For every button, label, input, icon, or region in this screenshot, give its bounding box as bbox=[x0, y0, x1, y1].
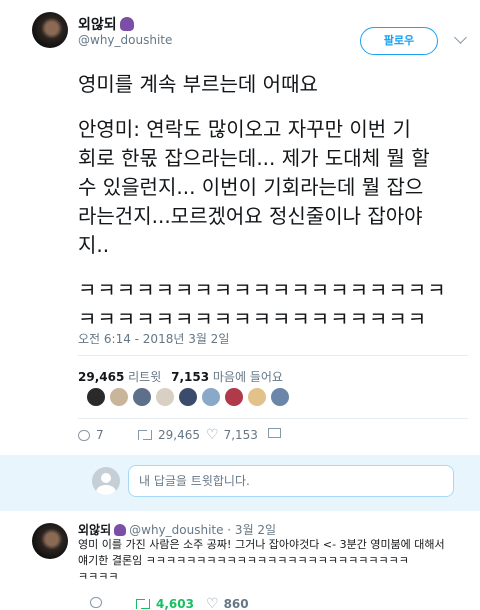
retweet-action[interactable]: 29,465 bbox=[138, 428, 200, 442]
reply-retweet-action[interactable]: 4,603 bbox=[136, 597, 194, 610]
retweet-count: 29,465 bbox=[158, 428, 200, 442]
liker-avatar[interactable] bbox=[201, 387, 221, 407]
author-handle[interactable]: @why_doushite bbox=[78, 33, 172, 47]
tweet-header: 외않되 @why_doushite 팔로우 bbox=[0, 0, 480, 62]
tweet-text-laughter: ㅋㅋㅋㅋㅋㅋㅋㅋㅋㅋㅋㅋㅋㅋㅋㅋㅋㅋㅋ ㅋㅋㅋㅋㅋㅋㅋㅋㅋㅋㅋㅋㅋㅋㅋㅋㅋㅋ bbox=[78, 278, 447, 331]
liker-avatar[interactable] bbox=[155, 387, 175, 407]
liker-avatar[interactable] bbox=[132, 387, 152, 407]
reply-count: 7 bbox=[96, 428, 104, 442]
liker-avatar[interactable] bbox=[109, 387, 129, 407]
liker-avatar[interactable] bbox=[270, 387, 290, 407]
reply-author-name[interactable]: 외않되 bbox=[78, 523, 111, 537]
liker-avatar[interactable] bbox=[86, 387, 106, 407]
reply-retweet-count: 4,603 bbox=[156, 597, 194, 610]
author-name-row[interactable]: 외않되 bbox=[78, 14, 134, 34]
liker-avatar[interactable] bbox=[247, 387, 267, 407]
liker-avatar[interactable] bbox=[224, 387, 244, 407]
heart-icon: ♡ bbox=[206, 596, 219, 610]
author-display-name[interactable]: 외않되 bbox=[78, 17, 117, 33]
reply-icon bbox=[78, 429, 90, 441]
like-count: 7,153 bbox=[223, 428, 258, 442]
reply-handle-date[interactable]: @why_doushite · 3월 2일 bbox=[129, 523, 276, 537]
like-stat-count[interactable]: 7,153 bbox=[171, 370, 209, 384]
reply-icon bbox=[90, 597, 102, 608]
liker-avatar[interactable] bbox=[178, 387, 198, 407]
divider bbox=[78, 418, 468, 419]
default-avatar-icon bbox=[92, 467, 120, 495]
reply-composer: 내 답글을 트윗합니다. bbox=[0, 455, 480, 511]
follow-button[interactable]: 팔로우 bbox=[360, 27, 438, 55]
reply-like-action[interactable]: ♡ 860 bbox=[206, 597, 249, 610]
person-gesturing-no-emoji-icon bbox=[114, 524, 127, 536]
heart-icon: ♡ bbox=[206, 427, 219, 443]
tweet-text-para2: 안영미: 연락도 많이오고 자꾸만 이번 기 회로 한몫 잡으라는데... 제가… bbox=[78, 117, 430, 257]
retweet-icon bbox=[138, 430, 152, 440]
direct-message-action[interactable] bbox=[268, 428, 281, 438]
reply-reply-action[interactable] bbox=[90, 597, 108, 608]
retweet-stat-count[interactable]: 29,465 bbox=[78, 370, 124, 384]
author-avatar[interactable] bbox=[32, 12, 68, 48]
chevron-down-icon[interactable] bbox=[454, 31, 467, 44]
reply-tweet[interactable]: 외않되 @why_doushite · 3월 2일 영미 이를 가진 사람은 소주… bbox=[0, 511, 480, 610]
retweet-icon bbox=[136, 599, 150, 609]
tweet-text-line1: 영미를 계속 부르는데 어때요 bbox=[78, 72, 318, 96]
reply-author-avatar[interactable] bbox=[32, 523, 68, 559]
retweet-stat-label[interactable]: 리트윗 bbox=[128, 370, 161, 384]
person-gesturing-no-emoji-icon bbox=[119, 17, 134, 31]
reply-text: 영미 이를 가진 사람은 소주 공짜! 그거나 잡아야것다 <- 3분간 영미붐… bbox=[78, 538, 445, 583]
reply-like-count: 860 bbox=[223, 597, 249, 610]
engagement-stats: 29,465 리트윗 7,153 마음에 들어요 bbox=[78, 368, 283, 385]
like-action[interactable]: ♡ 7,153 bbox=[206, 428, 258, 442]
like-stat-label[interactable]: 마음에 들어요 bbox=[213, 370, 283, 384]
envelope-icon bbox=[268, 428, 281, 438]
reply-header: 외않되 @why_doushite · 3월 2일 bbox=[78, 521, 276, 538]
tweet-timestamp[interactable]: 오전 6:14 - 2018년 3월 2일 bbox=[78, 330, 229, 347]
tweet-text: 영미를 계속 부르는데 어때요 안영미: 연락도 많이오고 자꾸만 이번 기 회… bbox=[78, 70, 478, 334]
reply-input[interactable]: 내 답글을 트윗합니다. bbox=[128, 465, 454, 497]
reply-action[interactable]: 7 bbox=[78, 428, 104, 442]
divider bbox=[78, 355, 468, 356]
